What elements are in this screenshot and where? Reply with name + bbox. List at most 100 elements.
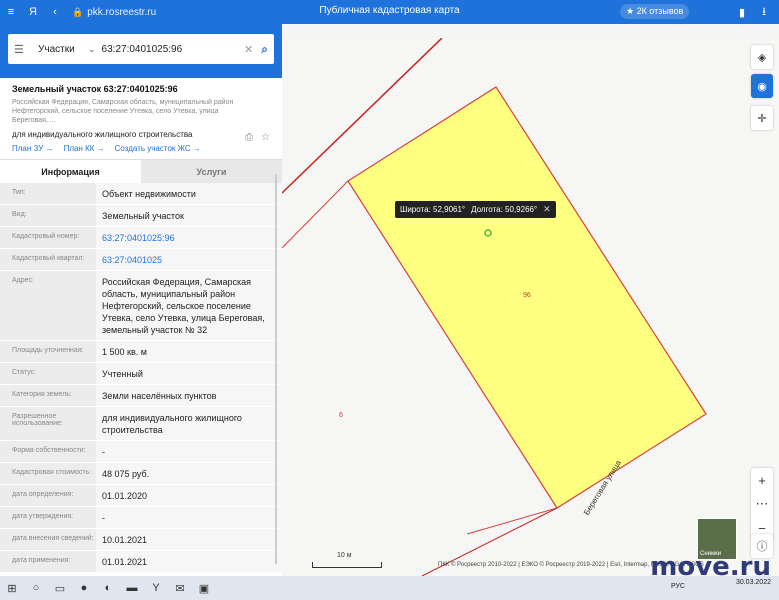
date-text: 30.03.2022: [735, 579, 771, 586]
download-icon[interactable]: ⭳: [753, 0, 775, 24]
folder-icon[interactable]: ▬: [120, 576, 144, 600]
attribute-label: Кадастровая стоимость:: [0, 463, 96, 484]
search-type-select[interactable]: Участки: [38, 44, 88, 55]
attribute-value: Земли населённых пунктов: [96, 385, 282, 406]
attribute-value: 48 075 руб.: [96, 463, 282, 484]
mail-icon[interactable]: ✉: [168, 576, 192, 600]
attribute-row: Разрешенное использование: для индивидуал…: [0, 407, 282, 441]
attribute-row: Категория земель: Земли населённых пункто…: [0, 385, 282, 407]
search-area: ☰ Участки ⌄ ✕ ⌕: [0, 24, 282, 78]
star-icon[interactable]: ☆: [261, 132, 270, 143]
windows-start-icon[interactable]: ⊞: [0, 576, 24, 600]
attribute-value: 1 500 кв. м: [96, 341, 282, 362]
yandex-icon[interactable]: Я: [22, 0, 44, 24]
target-icon[interactable]: ◉: [751, 74, 773, 98]
browser-toolbar: ≡ Я ‹ 🔒 pkk.rosreestr.ru Публичная кадас…: [0, 0, 779, 24]
map-view[interactable]: Широта: 52,9061° Долгота: 50,9266° ✕ 96 …: [282, 38, 779, 576]
attribute-label: Тип:: [0, 183, 96, 204]
attribute-row: Статус: Учтенный: [0, 363, 282, 385]
object-header: Земельный участок 63:27:0401025:96 Росси…: [0, 78, 282, 153]
attribute-value[interactable]: 63:27:0401025: [96, 249, 282, 270]
tabs: Информация Услуги: [0, 159, 282, 183]
zoom-in-button[interactable]: +: [751, 468, 773, 492]
attribute-row: Форма собственности: -: [0, 441, 282, 463]
attribute-label: дата применения:: [0, 551, 96, 572]
neighbor-boundary: [466, 507, 558, 535]
yandex-browser-icon[interactable]: Y: [144, 576, 168, 600]
search-icon[interactable]: ⌕: [261, 42, 268, 57]
attribute-label: Кадастровый номер:: [0, 227, 96, 248]
plan-kk-link[interactable]: План КК →: [64, 144, 105, 153]
search-icon[interactable]: ○: [24, 576, 48, 600]
attribute-value: Земельный участок: [96, 205, 282, 226]
longitude-text: Долгота: 50,9266°: [471, 205, 538, 214]
chevron-down-icon[interactable]: ⌄: [88, 44, 96, 55]
task-view-icon[interactable]: ▭: [48, 576, 72, 600]
back-icon[interactable]: ‹: [44, 0, 66, 24]
attribute-row: дата определения: 01.01.2020: [0, 485, 282, 507]
attribute-value: Российская Федерация, Самарская область,…: [96, 271, 282, 340]
menu-icon[interactable]: ☰: [14, 43, 26, 56]
attribute-row: Кадастровая стоимость: 48 075 руб.: [0, 463, 282, 485]
attribute-value: -: [96, 441, 282, 462]
attribute-label: дата определения:: [0, 485, 96, 506]
coordinate-popup: Широта: 52,9061° Долгота: 50,9266° ✕: [395, 201, 556, 218]
url-text: pkk.rosreestr.ru: [87, 6, 157, 18]
attribute-row: дата утверждения: -: [0, 507, 282, 529]
create-parcel-link[interactable]: Создать участок ЖС →: [115, 144, 201, 153]
close-icon[interactable]: ✕: [244, 43, 253, 56]
attribute-label: дата утверждения:: [0, 507, 96, 528]
attribute-row: Адрес: Российская Федерация, Самарская об…: [0, 271, 282, 341]
attribute-row: дата применения: 01.01.2021: [0, 551, 282, 573]
header-actions: ⎙ ☆: [245, 132, 270, 143]
assistant-icon[interactable]: ●: [72, 576, 96, 600]
close-icon[interactable]: ✕: [543, 204, 551, 215]
attribute-value: 01.01.2021: [96, 551, 282, 572]
scale-text: 10 м: [337, 552, 352, 559]
attribute-row: Площадь уточненная: 1 500 кв. м: [0, 341, 282, 363]
attribute-row: Вид: Земельный участок: [0, 205, 282, 227]
attribute-value: 10.01.2021: [96, 529, 282, 550]
attribute-value[interactable]: 63:27:0401025:96: [96, 227, 282, 248]
attribute-label: Форма собственности:: [0, 441, 96, 462]
info-panel: ☰ Участки ⌄ ✕ ⌕ Земельный участок 63:27:…: [0, 24, 282, 576]
address-bar[interactable]: 🔒 pkk.rosreestr.ru: [72, 7, 156, 18]
map-canvas[interactable]: [282, 38, 779, 576]
attribute-value: для индивидуального жилищного строительс…: [96, 407, 282, 440]
object-links: План ЗУ → План КК → Создать участок ЖС →: [12, 144, 270, 153]
object-title: Земельный участок 63:27:0401025:96: [12, 84, 178, 94]
object-address: Российская Федерация, Самарская область,…: [12, 99, 234, 124]
more-icon[interactable]: ⋯: [751, 492, 773, 516]
attribute-label: Разрешенное использование:: [0, 407, 96, 440]
language-indicator[interactable]: РУС: [671, 583, 685, 590]
plan-zu-link[interactable]: План ЗУ →: [12, 144, 54, 153]
latitude-text: Широта: 52,9061°: [400, 205, 466, 214]
reviews-badge[interactable]: ★ 2К отзывов: [620, 4, 690, 19]
tab-info[interactable]: Информация: [0, 160, 141, 183]
neighbor-boundary: [282, 180, 349, 249]
taskbar: ⊞ ○ ▭ ● ◐ ▬ Y ✉ ▣ РУС 30.03.2022: [0, 576, 779, 600]
attribute-label: Вид:: [0, 205, 96, 226]
menu-icon[interactable]: ≡: [0, 0, 22, 24]
attribute-row: Кадастровый квартал: 63:27:0401025: [0, 249, 282, 271]
attribute-row: дата внесения сведений: 10.01.2021: [0, 529, 282, 551]
print-icon[interactable]: ⎙: [245, 132, 253, 143]
attribute-value: -: [96, 507, 282, 528]
object-use: для индивидуального жилищного строительс…: [12, 130, 193, 139]
scrollbar[interactable]: [275, 174, 277, 564]
search-input[interactable]: [101, 43, 245, 55]
attribute-table: Тип: Объект недвижимости Вид: Земельный уча…: [0, 183, 282, 573]
attribute-row: Тип: Объект недвижимости: [0, 183, 282, 205]
edge-icon[interactable]: ◐: [96, 576, 120, 600]
watermark: move.ru: [650, 552, 771, 576]
attribute-label: Кадастровый квартал:: [0, 249, 96, 270]
clock[interactable]: 30.03.2022: [736, 578, 771, 588]
app-icon[interactable]: ▣: [192, 576, 216, 600]
tab-services[interactable]: Услуги: [141, 160, 282, 183]
parcel-label: 96: [523, 292, 531, 299]
search-box: ☰ Участки ⌄ ✕ ⌕: [8, 34, 274, 64]
bookmark-icon[interactable]: ▮: [731, 0, 753, 24]
layers-icon[interactable]: ◈: [751, 45, 773, 69]
compass-icon[interactable]: ✛: [751, 106, 773, 130]
attribute-label: Статус:: [0, 363, 96, 384]
